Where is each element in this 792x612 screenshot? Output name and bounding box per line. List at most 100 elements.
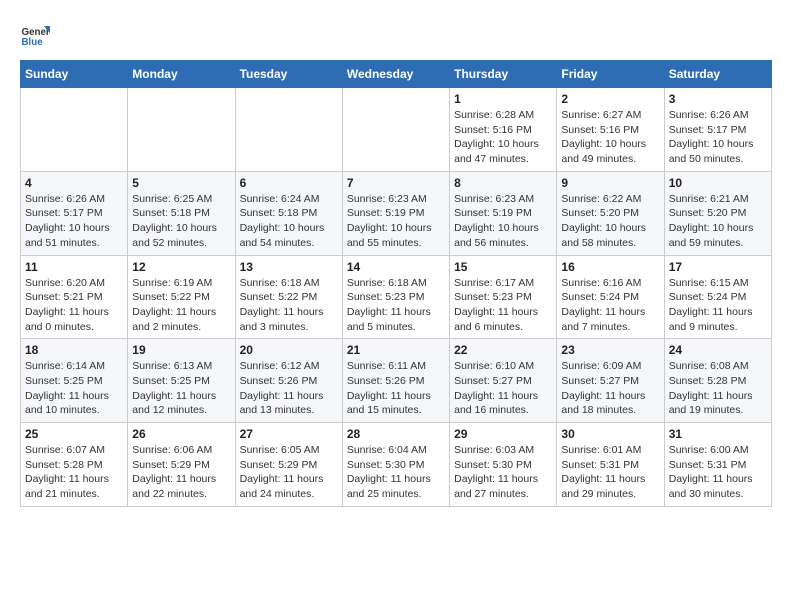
day-info: Sunrise: 6:18 AMSunset: 5:23 PMDaylight:… xyxy=(347,276,445,335)
day-info: Sunrise: 6:22 AMSunset: 5:20 PMDaylight:… xyxy=(561,192,659,251)
day-number: 22 xyxy=(454,343,552,357)
day-number: 20 xyxy=(240,343,338,357)
calendar-cell: 28Sunrise: 6:04 AMSunset: 5:30 PMDayligh… xyxy=(342,423,449,507)
day-info: Sunrise: 6:25 AMSunset: 5:18 PMDaylight:… xyxy=(132,192,230,251)
day-info: Sunrise: 6:09 AMSunset: 5:27 PMDaylight:… xyxy=(561,359,659,418)
day-number: 25 xyxy=(25,427,123,441)
calendar-cell: 10Sunrise: 6:21 AMSunset: 5:20 PMDayligh… xyxy=(664,171,771,255)
column-header-saturday: Saturday xyxy=(664,61,771,88)
day-info: Sunrise: 6:18 AMSunset: 5:22 PMDaylight:… xyxy=(240,276,338,335)
calendar-cell: 8 Sunrise: 6:23 AMSunset: 5:19 PMDaylight… xyxy=(450,171,557,255)
day-number: 16 xyxy=(561,260,659,274)
day-info: Sunrise: 6:12 AMSunset: 5:26 PMDaylight:… xyxy=(240,359,338,418)
day-info: Sunrise: 6:23 AMSunset: 5:19 PMDaylight:… xyxy=(347,192,445,251)
calendar-cell: 9 Sunrise: 6:22 AMSunset: 5:20 PMDaylight… xyxy=(557,171,664,255)
calendar-cell: 23 Sunrise: 6:09 AMSunset: 5:27 PMDayligh… xyxy=(557,339,664,423)
day-number: 12 xyxy=(132,260,230,274)
day-info: Sunrise: 6:10 AMSunset: 5:27 PMDaylight:… xyxy=(454,359,552,418)
calendar-cell: 21Sunrise: 6:11 AMSunset: 5:26 PMDayligh… xyxy=(342,339,449,423)
day-number: 17 xyxy=(669,260,767,274)
day-info: Sunrise: 6:27 AMSunset: 5:16 PMDaylight:… xyxy=(561,108,659,167)
calendar-cell: 13Sunrise: 6:18 AMSunset: 5:22 PMDayligh… xyxy=(235,255,342,339)
day-number: 28 xyxy=(347,427,445,441)
day-number: 30 xyxy=(561,427,659,441)
calendar-cell: 6 Sunrise: 6:24 AMSunset: 5:18 PMDaylight… xyxy=(235,171,342,255)
day-number: 26 xyxy=(132,427,230,441)
column-header-wednesday: Wednesday xyxy=(342,61,449,88)
svg-text:Blue: Blue xyxy=(22,37,44,48)
day-number: 29 xyxy=(454,427,552,441)
calendar-week-1: 1 Sunrise: 6:28 AMSunset: 5:16 PMDaylight… xyxy=(21,88,772,172)
day-number: 8 xyxy=(454,176,552,190)
calendar-cell xyxy=(235,88,342,172)
logo: General Blue xyxy=(20,20,50,50)
day-info: Sunrise: 6:23 AMSunset: 5:19 PMDaylight:… xyxy=(454,192,552,251)
logo-icon: General Blue xyxy=(20,20,50,50)
column-header-thursday: Thursday xyxy=(450,61,557,88)
day-info: Sunrise: 6:03 AMSunset: 5:30 PMDaylight:… xyxy=(454,443,552,502)
calendar-cell: 7Sunrise: 6:23 AMSunset: 5:19 PMDaylight… xyxy=(342,171,449,255)
calendar-cell: 14 Sunrise: 6:18 AMSunset: 5:23 PMDayligh… xyxy=(342,255,449,339)
day-number: 21 xyxy=(347,343,445,357)
calendar-cell: 24 Sunrise: 6:08 AMSunset: 5:28 PMDayligh… xyxy=(664,339,771,423)
calendar-cell: 12 Sunrise: 6:19 AMSunset: 5:22 PMDayligh… xyxy=(128,255,235,339)
column-header-friday: Friday xyxy=(557,61,664,88)
day-number: 1 xyxy=(454,92,552,106)
day-info: Sunrise: 6:26 AMSunset: 5:17 PMDaylight:… xyxy=(25,192,123,251)
day-number: 4 xyxy=(25,176,123,190)
day-info: Sunrise: 6:26 AMSunset: 5:17 PMDaylight:… xyxy=(669,108,767,167)
column-header-monday: Monday xyxy=(128,61,235,88)
day-info: Sunrise: 6:06 AMSunset: 5:29 PMDaylight:… xyxy=(132,443,230,502)
calendar-cell: 20 Sunrise: 6:12 AMSunset: 5:26 PMDayligh… xyxy=(235,339,342,423)
day-info: Sunrise: 6:24 AMSunset: 5:18 PMDaylight:… xyxy=(240,192,338,251)
calendar-cell xyxy=(128,88,235,172)
day-number: 6 xyxy=(240,176,338,190)
calendar-header: SundayMondayTuesdayWednesdayThursdayFrid… xyxy=(21,61,772,88)
day-number: 5 xyxy=(132,176,230,190)
calendar-table: SundayMondayTuesdayWednesdayThursdayFrid… xyxy=(20,60,772,507)
day-number: 2 xyxy=(561,92,659,106)
day-info: Sunrise: 6:08 AMSunset: 5:28 PMDaylight:… xyxy=(669,359,767,418)
calendar-week-5: 25Sunrise: 6:07 AMSunset: 5:28 PMDayligh… xyxy=(21,423,772,507)
calendar-cell xyxy=(342,88,449,172)
calendar-cell: 17 Sunrise: 6:15 AMSunset: 5:24 PMDayligh… xyxy=(664,255,771,339)
calendar-cell xyxy=(21,88,128,172)
day-info: Sunrise: 6:20 AMSunset: 5:21 PMDaylight:… xyxy=(25,276,123,335)
day-number: 3 xyxy=(669,92,767,106)
column-header-tuesday: Tuesday xyxy=(235,61,342,88)
calendar-week-3: 11Sunrise: 6:20 AMSunset: 5:21 PMDayligh… xyxy=(21,255,772,339)
column-header-sunday: Sunday xyxy=(21,61,128,88)
page-header: General Blue xyxy=(20,20,772,50)
calendar-cell: 2 Sunrise: 6:27 AMSunset: 5:16 PMDaylight… xyxy=(557,88,664,172)
calendar-cell: 15 Sunrise: 6:17 AMSunset: 5:23 PMDayligh… xyxy=(450,255,557,339)
day-info: Sunrise: 6:28 AMSunset: 5:16 PMDaylight:… xyxy=(454,108,552,167)
day-number: 9 xyxy=(561,176,659,190)
calendar-cell: 22 Sunrise: 6:10 AMSunset: 5:27 PMDayligh… xyxy=(450,339,557,423)
calendar-cell: 30Sunrise: 6:01 AMSunset: 5:31 PMDayligh… xyxy=(557,423,664,507)
calendar-cell: 18 Sunrise: 6:14 AMSunset: 5:25 PMDayligh… xyxy=(21,339,128,423)
calendar-cell: 19Sunrise: 6:13 AMSunset: 5:25 PMDayligh… xyxy=(128,339,235,423)
day-number: 15 xyxy=(454,260,552,274)
day-info: Sunrise: 6:00 AMSunset: 5:31 PMDaylight:… xyxy=(669,443,767,502)
calendar-body: 1 Sunrise: 6:28 AMSunset: 5:16 PMDaylight… xyxy=(21,88,772,507)
day-info: Sunrise: 6:19 AMSunset: 5:22 PMDaylight:… xyxy=(132,276,230,335)
calendar-cell: 5 Sunrise: 6:25 AMSunset: 5:18 PMDaylight… xyxy=(128,171,235,255)
calendar-cell: 27Sunrise: 6:05 AMSunset: 5:29 PMDayligh… xyxy=(235,423,342,507)
day-number: 27 xyxy=(240,427,338,441)
calendar-week-4: 18 Sunrise: 6:14 AMSunset: 5:25 PMDayligh… xyxy=(21,339,772,423)
calendar-cell: 31 Sunrise: 6:00 AMSunset: 5:31 PMDayligh… xyxy=(664,423,771,507)
day-info: Sunrise: 6:14 AMSunset: 5:25 PMDaylight:… xyxy=(25,359,123,418)
day-number: 18 xyxy=(25,343,123,357)
day-number: 31 xyxy=(669,427,767,441)
day-info: Sunrise: 6:17 AMSunset: 5:23 PMDaylight:… xyxy=(454,276,552,335)
day-number: 14 xyxy=(347,260,445,274)
day-number: 24 xyxy=(669,343,767,357)
calendar-cell: 4 Sunrise: 6:26 AMSunset: 5:17 PMDaylight… xyxy=(21,171,128,255)
calendar-cell: 26 Sunrise: 6:06 AMSunset: 5:29 PMDayligh… xyxy=(128,423,235,507)
day-number: 23 xyxy=(561,343,659,357)
day-info: Sunrise: 6:15 AMSunset: 5:24 PMDaylight:… xyxy=(669,276,767,335)
calendar-cell: 3 Sunrise: 6:26 AMSunset: 5:17 PMDaylight… xyxy=(664,88,771,172)
calendar-cell: 25Sunrise: 6:07 AMSunset: 5:28 PMDayligh… xyxy=(21,423,128,507)
day-info: Sunrise: 6:16 AMSunset: 5:24 PMDaylight:… xyxy=(561,276,659,335)
calendar-cell: 29 Sunrise: 6:03 AMSunset: 5:30 PMDayligh… xyxy=(450,423,557,507)
